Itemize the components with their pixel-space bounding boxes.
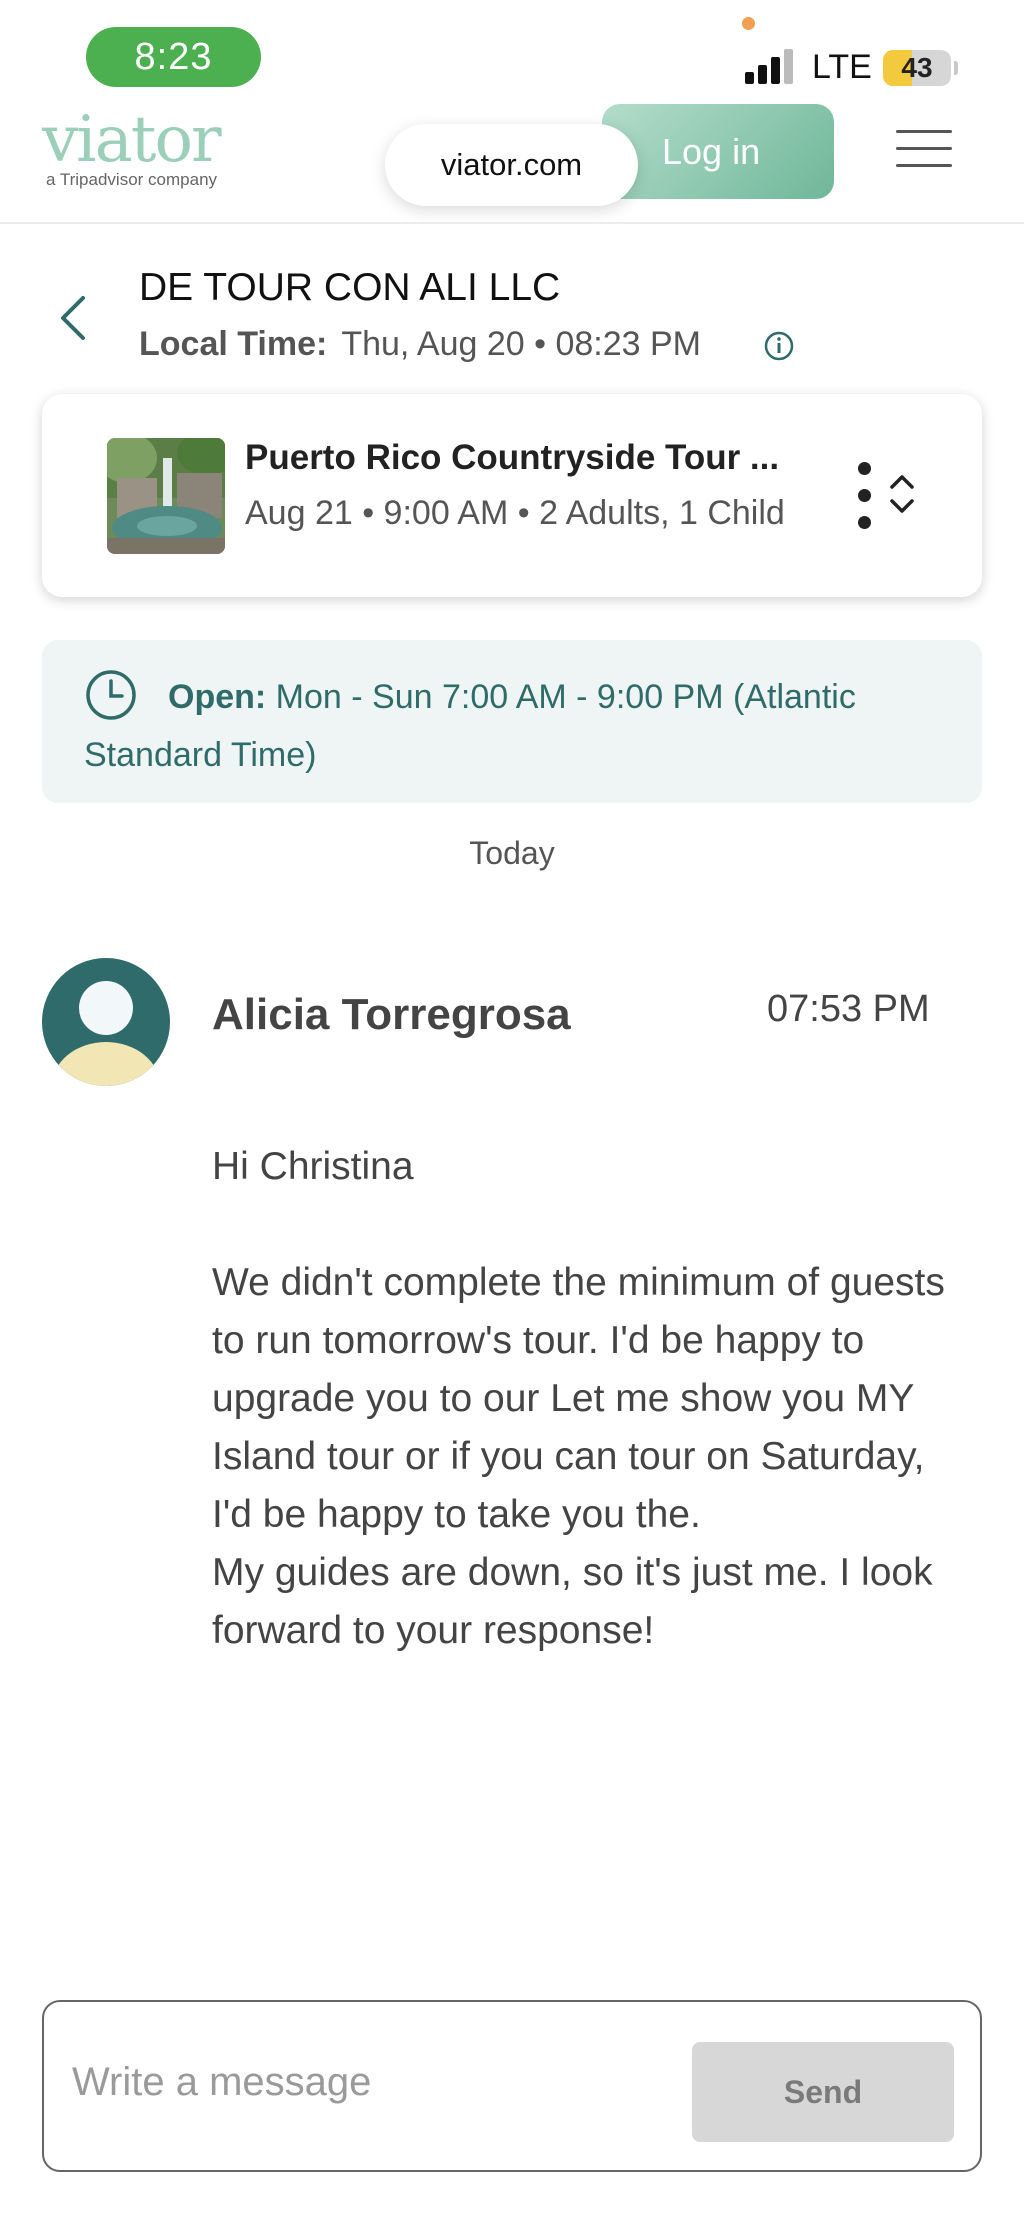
day-separator: Today bbox=[469, 835, 555, 871]
chevron-up-down-icon[interactable] bbox=[887, 469, 917, 519]
network-type: LTE bbox=[812, 48, 872, 86]
local-time-label: Local Time: bbox=[139, 325, 328, 363]
more-options-icon[interactable] bbox=[854, 462, 874, 530]
battery-level: 43 bbox=[901, 52, 933, 83]
local-time-value: Thu, Aug 20 • 08:23 PM bbox=[341, 325, 702, 363]
tour-details: Aug 21 • 9:00 AM • 2 Adults, 1 Child bbox=[245, 494, 785, 532]
login-button[interactable]: Log in bbox=[602, 104, 834, 199]
tour-thumbnail-image bbox=[107, 438, 225, 554]
message-input[interactable] bbox=[72, 2042, 672, 2122]
battery-nub bbox=[954, 61, 958, 75]
back-chevron-icon[interactable] bbox=[55, 293, 95, 343]
status-time: 8:23 bbox=[86, 27, 261, 87]
message-body: Hi Christina We didn't complete the mini… bbox=[212, 1145, 945, 1652]
privacy-indicator-dot bbox=[742, 17, 755, 30]
message-time: 07:53 PM bbox=[767, 988, 930, 1030]
menu-icon[interactable] bbox=[896, 130, 952, 174]
booking-card[interactable]: Puerto Rico Countryside Tour ... Aug 21 … bbox=[42, 394, 982, 597]
local-time: Local Time: Thu, Aug 20 • 08:23 PM bbox=[139, 325, 701, 364]
open-label: Open: bbox=[168, 678, 267, 716]
logo-subtitle: a Tripadvisor company bbox=[46, 170, 218, 189]
viator-logo[interactable]: viator bbox=[42, 108, 222, 172]
send-button[interactable]: Send bbox=[692, 2042, 954, 2142]
opening-hours-text: Open: Mon - Sun 7:00 AM - 9:00 PM (Atlan… bbox=[84, 668, 942, 784]
sender-name: Alicia Torregrosa bbox=[212, 990, 571, 1039]
avatar[interactable] bbox=[42, 958, 170, 1086]
opening-hours-banner: Open: Mon - Sun 7:00 AM - 9:00 PM (Atlan… bbox=[42, 640, 982, 803]
signal-icon bbox=[745, 49, 793, 84]
header-divider bbox=[0, 222, 1024, 224]
operator-name: DE TOUR CON ALI LLC bbox=[139, 266, 561, 309]
tour-title: Puerto Rico Countryside Tour ... bbox=[245, 438, 780, 477]
message-composer: Send bbox=[42, 2000, 982, 2172]
url-bar[interactable]: viator.com bbox=[385, 124, 638, 206]
info-icon[interactable] bbox=[763, 330, 795, 362]
battery-icon: 43 bbox=[883, 50, 951, 86]
